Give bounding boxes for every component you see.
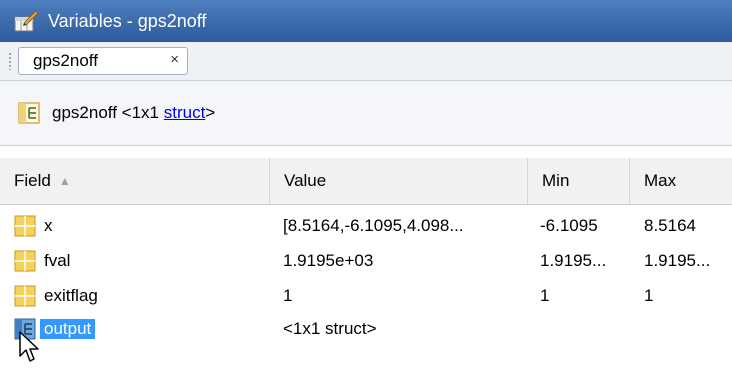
field-name: output (40, 319, 96, 339)
column-header-row: Field ▲ Value Min Max (0, 158, 732, 205)
field-cell: output (0, 316, 270, 342)
field-name: x (44, 216, 53, 235)
table-row[interactable]: output <1x1 struct> (0, 316, 732, 342)
value-cell: 1 (283, 286, 293, 305)
value-cell: 1.9195e+03 (283, 251, 374, 270)
column-header-label: Min (542, 171, 570, 190)
variable-name: gps2noff (52, 103, 117, 122)
value-cell: <1x1 struct> (283, 319, 377, 338)
table-row[interactable]: fval 1.9195e+03 1.9195... 1.9195... (0, 248, 732, 274)
window-title-bar: Variables - gps2noff (0, 0, 732, 42)
min-cell: 1.9195... (540, 251, 607, 270)
document-tab-strip: gps2noff × (0, 42, 732, 81)
variables-editor-icon (14, 10, 38, 32)
matrix-icon (14, 215, 36, 237)
window-title: Variables - gps2noff (48, 10, 207, 31)
column-header-field[interactable]: Field ▲ (0, 158, 270, 204)
min-cell: -6.1095 (540, 216, 598, 235)
column-header-value[interactable]: Value (270, 158, 528, 204)
field-cell: x (0, 213, 270, 239)
max-cell: 8.5164 (644, 216, 696, 235)
tab-label: gps2noff (33, 51, 98, 70)
column-header-min[interactable]: Min (528, 158, 630, 204)
variable-size: <1x1 (121, 103, 159, 122)
mouse-pointer-icon (19, 331, 39, 362)
field-name: exitflag (44, 286, 98, 305)
field-cell: exitflag (0, 283, 270, 309)
struct-link[interactable]: struct (164, 103, 206, 123)
drag-grip-icon[interactable] (8, 52, 12, 70)
column-header-label: Max (644, 171, 677, 190)
struct-icon (18, 102, 40, 124)
value-cell: [8.5164,-6.1095,4.098... (283, 216, 464, 235)
matrix-icon (14, 250, 36, 272)
min-cell: 1 (540, 286, 550, 305)
field-name: fval (44, 251, 71, 270)
column-header-label: Value (284, 171, 327, 190)
field-cell: fval (0, 248, 270, 274)
breadcrumb: gps2noff <1x1 struct > (0, 81, 732, 146)
max-cell: 1 (644, 286, 654, 305)
column-header-max[interactable]: Max (630, 158, 732, 204)
matrix-icon (14, 285, 36, 307)
tab-gps2noff[interactable]: gps2noff × (18, 47, 188, 75)
table-row[interactable]: x [8.5164,-6.1095,4.098... -6.1095 8.516… (0, 213, 732, 239)
table-row[interactable]: exitflag 1 1 1 (0, 283, 732, 309)
sort-ascending-icon: ▲ (58, 174, 71, 188)
size-suffix: > (205, 103, 216, 122)
max-cell: 1.9195... (644, 251, 711, 270)
close-icon[interactable]: × (170, 51, 179, 68)
column-header-label: Field (14, 171, 51, 190)
